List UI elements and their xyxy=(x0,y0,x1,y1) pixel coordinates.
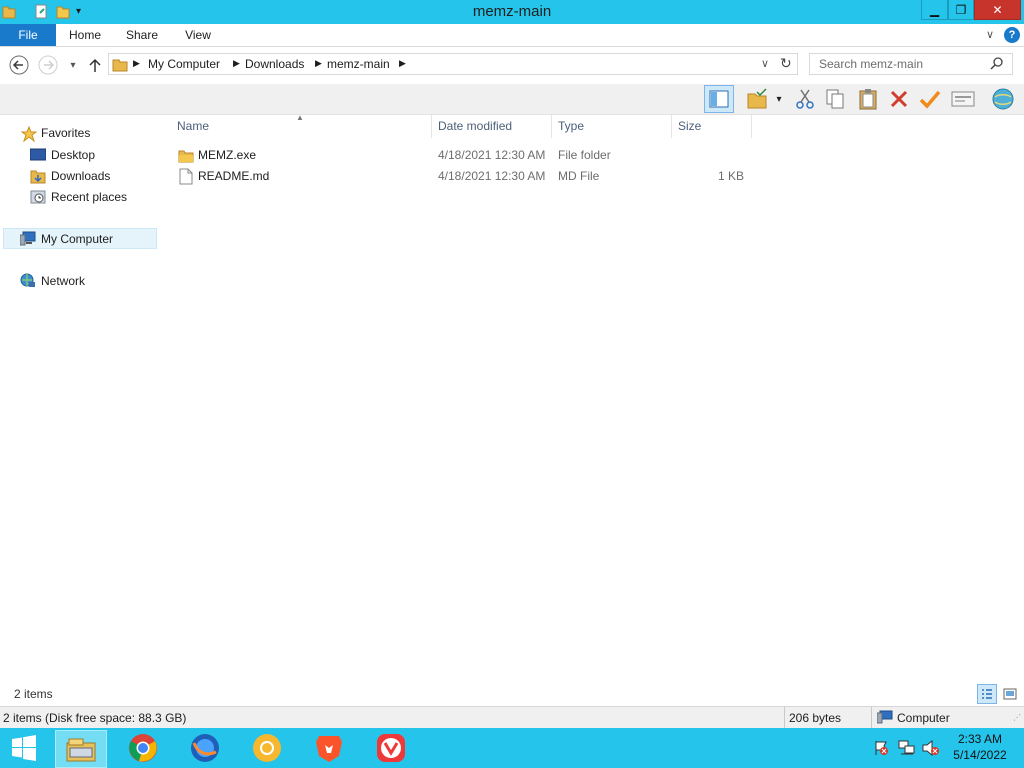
ribbon-tabs: File Home Share View ∨ ? xyxy=(0,24,1024,47)
nav-downloads[interactable]: Downloads xyxy=(51,166,110,186)
details-view-icon[interactable] xyxy=(977,684,997,704)
tab-share[interactable]: Share xyxy=(120,24,164,46)
volume-muted-icon[interactable] xyxy=(922,739,940,759)
help-icon[interactable]: ? xyxy=(1004,27,1020,43)
start-button[interactable] xyxy=(0,731,48,765)
properties-icon[interactable] xyxy=(950,86,976,112)
breadcrumb-memz-main[interactable]: memz-main xyxy=(327,57,390,71)
up-button[interactable] xyxy=(85,55,105,75)
clock-time: 2:33 AM xyxy=(957,732,1003,746)
breadcrumb-my-computer[interactable]: My Computer xyxy=(148,57,220,71)
divider xyxy=(784,707,785,728)
disk-info: 2 items (Disk free space: 88.3 GB) xyxy=(3,711,187,725)
nav-network[interactable]: Network xyxy=(41,271,85,291)
file-type: MD File xyxy=(558,169,600,183)
divider xyxy=(871,707,872,728)
taskbar-vivaldi[interactable] xyxy=(367,731,415,765)
back-button[interactable] xyxy=(9,55,29,75)
tab-file[interactable]: File xyxy=(0,24,56,46)
location-label: Computer xyxy=(897,711,950,725)
downloads-folder-icon xyxy=(30,168,46,184)
status-bar: 2 items xyxy=(0,684,1024,706)
column-header-size[interactable]: Size xyxy=(672,115,752,138)
clock-date: 5/14/2022 xyxy=(953,748,1007,762)
nav-favorites[interactable]: Favorites xyxy=(41,123,90,143)
close-button[interactable]: ✕ xyxy=(974,0,1021,20)
taskbar-firefox[interactable] xyxy=(181,731,229,765)
file-date: 4/18/2021 12:30 AM xyxy=(438,169,546,183)
computer-icon xyxy=(19,231,36,246)
table-row[interactable]: README.md 4/18/2021 12:30 AM MD File 1 K… xyxy=(171,166,752,187)
breadcrumb-arrow-icon[interactable]: ▶ xyxy=(233,58,240,69)
document-icon xyxy=(179,168,193,188)
nav-desktop[interactable]: Desktop xyxy=(51,145,95,165)
large-icons-view-icon[interactable] xyxy=(1000,684,1020,704)
file-name: MEMZ.exe xyxy=(198,148,257,162)
resize-grip-icon[interactable]: ⋰ xyxy=(1013,713,1021,722)
dropdown-arrow-icon[interactable]: ▾ xyxy=(770,86,788,112)
file-date: 4/18/2021 12:30 AM xyxy=(438,148,546,162)
search-input[interactable]: Search memz-main xyxy=(819,57,923,71)
desktop-icon xyxy=(29,148,47,162)
table-row[interactable]: MEMZ.exe 4/18/2021 12:30 AM File folder xyxy=(171,145,752,166)
breadcrumb-downloads[interactable]: Downloads xyxy=(245,57,304,71)
refresh-icon[interactable]: ↻ xyxy=(780,55,792,72)
address-bar[interactable]: ▶ My Computer ▶ Downloads ▶ memz-main ▶ … xyxy=(108,53,798,75)
network-tray-icon[interactable] xyxy=(898,740,916,759)
favorites-star-icon xyxy=(20,125,38,143)
folder-icon xyxy=(112,56,128,75)
action-center-flag-icon[interactable] xyxy=(873,740,889,759)
column-header-date-modified[interactable]: Date modified xyxy=(432,115,552,138)
column-header-name[interactable]: Name xyxy=(171,115,432,138)
breadcrumb-arrow-icon[interactable]: ▶ xyxy=(399,58,406,69)
delete-icon[interactable] xyxy=(886,86,912,112)
recent-places-icon xyxy=(30,189,46,204)
cut-icon[interactable] xyxy=(792,86,818,112)
tab-view[interactable]: View xyxy=(176,24,220,46)
taskbar-chrome[interactable] xyxy=(119,731,167,765)
item-count: 2 items xyxy=(14,687,53,701)
computer-icon xyxy=(876,710,893,727)
minimize-button[interactable]: ▁ xyxy=(921,0,948,20)
taskbar-file-explorer[interactable] xyxy=(55,730,107,768)
breadcrumb-arrow-icon[interactable]: ▶ xyxy=(133,58,140,69)
system-clock[interactable]: 2:33 AM 5/14/2022 xyxy=(948,731,1012,763)
selection-size: 206 bytes xyxy=(789,711,842,725)
folder-icon xyxy=(178,148,194,166)
column-header-type[interactable]: Type xyxy=(552,115,672,138)
file-size: 1 KB xyxy=(717,169,744,183)
taskbar-brave[interactable] xyxy=(305,731,353,765)
forward-button[interactable] xyxy=(38,55,58,75)
recent-locations-icon[interactable]: ▾ xyxy=(63,55,83,75)
search-icon[interactable] xyxy=(990,56,1004,73)
window-title: memz-main xyxy=(472,3,552,20)
taskbar-chromium[interactable] xyxy=(243,731,291,765)
preview-pane-button[interactable] xyxy=(704,85,734,113)
nav-recent-places[interactable]: Recent places xyxy=(51,187,127,207)
paste-icon[interactable] xyxy=(855,86,881,112)
title-bar[interactable]: ▾ memz-main ▁ ❐ ✕ xyxy=(0,0,1024,24)
select-folder-icon[interactable] xyxy=(744,86,770,112)
file-type: File folder xyxy=(558,148,611,162)
nav-my-computer[interactable]: My Computer xyxy=(41,229,113,249)
expand-ribbon-icon[interactable]: ∨ xyxy=(982,24,998,46)
copy-icon[interactable] xyxy=(822,86,848,112)
breadcrumb-arrow-icon[interactable]: ▶ xyxy=(315,58,322,69)
address-history-icon[interactable]: ∨ xyxy=(761,57,769,70)
rename-check-icon[interactable] xyxy=(917,86,943,112)
tab-home[interactable]: Home xyxy=(62,24,108,46)
network-icon xyxy=(20,273,36,287)
search-box[interactable]: Search memz-main xyxy=(809,53,1013,75)
network-globe-icon[interactable] xyxy=(990,86,1016,112)
details-bar: 2 items (Disk free space: 88.3 GB) 206 b… xyxy=(0,706,1024,729)
file-name: README.md xyxy=(198,169,270,183)
maximize-button[interactable]: ❐ xyxy=(948,0,974,20)
